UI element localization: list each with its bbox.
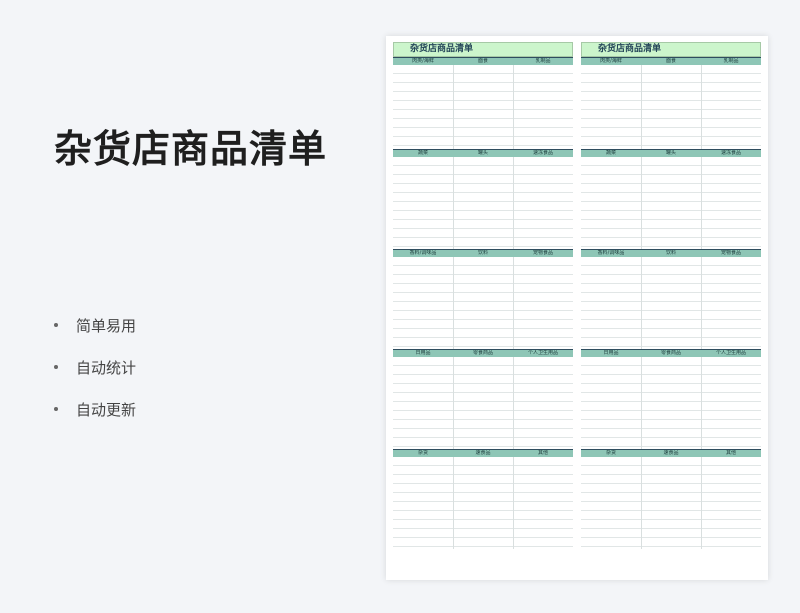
section-header: 肉类/海鲜 面食 乳制品 xyxy=(393,57,573,65)
section-header: 香料/调味品 饮料 宠物食品 xyxy=(393,249,573,257)
column-divider xyxy=(640,357,642,449)
list-section: 日用品 零食商品 个人卫生用品 xyxy=(393,349,573,449)
section-header: 杂货 速食品 其他 xyxy=(393,449,573,457)
column-divider xyxy=(452,357,454,449)
sheet-title: 杂货店商品清单 xyxy=(393,42,573,57)
section-rows xyxy=(581,157,761,249)
column-divider xyxy=(512,157,514,249)
section-header-label: 罐头 xyxy=(665,150,676,156)
bullet-icon xyxy=(54,365,58,369)
section-header: 香料/调味品 饮料 宠物食品 xyxy=(581,249,761,257)
feature-list: 简单易用 自动统计 自动更新 xyxy=(54,314,136,440)
column-divider xyxy=(700,457,702,549)
bullet-icon xyxy=(54,323,58,327)
list-section: 杂货 速食品 其他 xyxy=(581,449,761,549)
sheet-title: 杂货店商品清单 xyxy=(581,42,761,57)
section-header-label: 日用品 xyxy=(415,350,431,356)
feature-label: 简单易用 xyxy=(76,316,137,335)
section-header-label: 肉类/海鲜 xyxy=(600,58,622,64)
column-divider xyxy=(700,257,702,349)
column-divider xyxy=(452,257,454,349)
section-rows xyxy=(393,257,573,349)
section-rows xyxy=(393,157,573,249)
section-header-label: 蔬菜 xyxy=(605,150,616,156)
section-header: 蔬菜 罐头 速冻食品 xyxy=(393,149,573,157)
section-rows xyxy=(581,65,761,149)
section-rows xyxy=(393,457,573,549)
section-header-label: 速冻食品 xyxy=(532,150,553,156)
section-header-label: 面食 xyxy=(477,58,488,64)
section-rows xyxy=(393,65,573,149)
section-header-label: 速食品 xyxy=(475,450,491,456)
column-divider xyxy=(452,65,454,149)
list-section: 日用品 零食商品 个人卫生用品 xyxy=(581,349,761,449)
section-header-label: 其他 xyxy=(537,450,548,456)
sheet-column-left: 杂货店商品清单 肉类/海鲜 面食 乳制品蔬菜 罐头 速冻食品香料/调味品 饮料 宠物食品日用… xyxy=(393,42,573,549)
section-header-label: 速食品 xyxy=(663,450,679,456)
column-divider xyxy=(640,157,642,249)
sheet-column-right: 杂货店商品清单 肉类/海鲜 面食 乳制品蔬菜 罐头 速冻食品香料/调味品 饮料 宠物食品日用… xyxy=(581,42,761,549)
list-section: 杂货 速食品 其他 xyxy=(393,449,573,549)
section-header-label: 其他 xyxy=(725,450,736,456)
column-divider xyxy=(700,357,702,449)
sheet-sections: 肉类/海鲜 面食 乳制品蔬菜 罐头 速冻食品香料/调味品 饮料 宠物食品日用品 零食商品 个人卫… xyxy=(393,57,573,549)
page-title: 杂货店商品清单 xyxy=(54,127,328,171)
section-header-label: 蔬菜 xyxy=(417,150,428,156)
section-rows xyxy=(393,357,573,449)
section-header-label: 日用品 xyxy=(603,350,619,356)
feature-item: 自动更新 xyxy=(54,398,136,420)
section-header-label: 肉类/海鲜 xyxy=(412,58,434,64)
list-section: 蔬菜 罐头 速冻食品 xyxy=(581,149,761,249)
column-divider xyxy=(640,257,642,349)
column-divider xyxy=(512,357,514,449)
spreadsheet-preview: 杂货店商品清单 肉类/海鲜 面食 乳制品蔬菜 罐头 速冻食品香料/调味品 饮料 宠物食品日用… xyxy=(386,36,768,580)
section-header-label: 宠物食品 xyxy=(532,250,553,256)
section-header-label: 个人卫生用品 xyxy=(527,350,558,356)
section-header: 蔬菜 罐头 速冻食品 xyxy=(581,149,761,157)
section-header-label: 个人卫生用品 xyxy=(715,350,746,356)
list-section: 肉类/海鲜 面食 乳制品 xyxy=(393,57,573,149)
section-header: 杂货 速食品 其他 xyxy=(581,449,761,457)
bullet-icon xyxy=(54,407,58,411)
list-section: 肉类/海鲜 面食 乳制品 xyxy=(581,57,761,149)
column-divider xyxy=(512,257,514,349)
column-divider xyxy=(452,457,454,549)
section-header-label: 面食 xyxy=(665,58,676,64)
list-section: 香料/调味品 饮料 宠物食品 xyxy=(581,249,761,349)
section-header-label: 饮料 xyxy=(477,250,488,256)
column-divider xyxy=(700,157,702,249)
column-divider xyxy=(452,157,454,249)
section-header: 肉类/海鲜 面食 乳制品 xyxy=(581,57,761,65)
section-header-label: 乳制品 xyxy=(535,58,551,64)
column-divider xyxy=(700,65,702,149)
section-header-label: 零食商品 xyxy=(660,350,681,356)
section-rows xyxy=(581,457,761,549)
section-rows xyxy=(581,257,761,349)
feature-item: 简单易用 xyxy=(54,314,136,336)
sheet-sections: 肉类/海鲜 面食 乳制品蔬菜 罐头 速冻食品香料/调味品 饮料 宠物食品日用品 零食商品 个人卫… xyxy=(581,57,761,549)
column-divider xyxy=(512,457,514,549)
section-header-label: 零食商品 xyxy=(472,350,493,356)
section-header-label: 宠物食品 xyxy=(720,250,741,256)
section-rows xyxy=(581,357,761,449)
column-divider xyxy=(640,65,642,149)
feature-item: 自动统计 xyxy=(54,356,136,378)
section-header: 日用品 零食商品 个人卫生用品 xyxy=(581,349,761,357)
section-header: 日用品 零食商品 个人卫生用品 xyxy=(393,349,573,357)
section-header-label: 杂货 xyxy=(605,450,616,456)
column-divider xyxy=(640,457,642,549)
list-section: 蔬菜 罐头 速冻食品 xyxy=(393,149,573,249)
section-header-label: 杂货 xyxy=(417,450,428,456)
section-header-label: 香料/调味品 xyxy=(597,250,625,256)
list-section: 香料/调味品 饮料 宠物食品 xyxy=(393,249,573,349)
feature-label: 自动更新 xyxy=(76,400,137,419)
column-divider xyxy=(512,65,514,149)
section-header-label: 罐头 xyxy=(477,150,488,156)
section-header-label: 乳制品 xyxy=(723,58,739,64)
feature-label: 自动统计 xyxy=(76,358,137,377)
section-header-label: 速冻食品 xyxy=(720,150,741,156)
section-header-label: 香料/调味品 xyxy=(409,250,437,256)
section-header-label: 饮料 xyxy=(665,250,676,256)
